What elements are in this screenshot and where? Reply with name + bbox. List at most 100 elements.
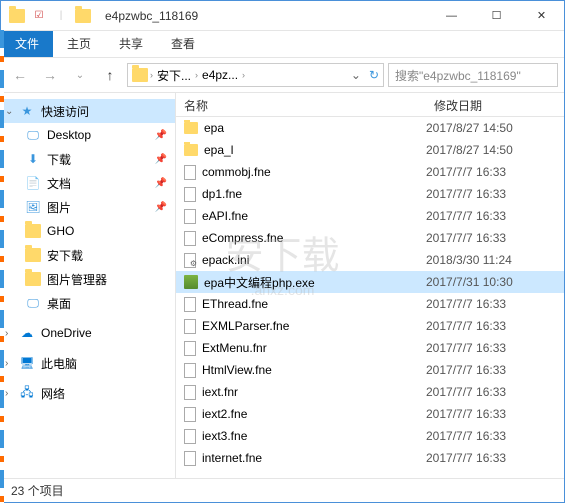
back-button[interactable]: ← — [7, 62, 33, 88]
file-date: 2017/7/7 16:33 — [426, 407, 564, 421]
file-date: 2017/8/27 14:50 — [426, 143, 564, 157]
sidebar-item[interactable]: 🖵Desktop📌 — [1, 123, 175, 147]
qat-separator: | — [53, 8, 69, 24]
breadcrumb-item[interactable]: e4pz... — [200, 68, 240, 82]
file-icon — [184, 341, 196, 356]
tab-home[interactable]: 主页 — [53, 31, 105, 57]
sidebar-item-label: 桌面 — [47, 295, 71, 312]
explorer-window: ☑ | e4pzwbc_118169 — ☐ ✕ 文件 主页 共享 查看 ← →… — [0, 0, 565, 503]
pin-icon: 📌 — [155, 130, 167, 141]
minimize-button[interactable]: — — [429, 1, 474, 30]
sidebar-item[interactable]: GHO — [1, 219, 175, 243]
sidebar-onedrive[interactable]: › ☁ OneDrive — [1, 321, 175, 345]
sidebar-quick-access[interactable]: ⌄ ★ 快速访问 — [1, 99, 175, 123]
sidebar-item-label: GHO — [47, 224, 74, 238]
file-row[interactable]: eAPI.fne2017/7/7 16:33 — [176, 205, 564, 227]
breadcrumb-item[interactable]: 安下... — [155, 67, 193, 84]
file-row[interactable]: internet.fne2017/7/7 16:33 — [176, 447, 564, 469]
file-row[interactable]: epa2017/8/27 14:50 — [176, 117, 564, 139]
chevron-right-icon[interactable]: › — [5, 388, 8, 399]
file-date: 2017/7/7 16:33 — [426, 187, 564, 201]
tab-share[interactable]: 共享 — [105, 31, 157, 57]
file-name: HtmlView.fne — [202, 363, 272, 377]
file-name: internet.fne — [202, 451, 262, 465]
file-row[interactable]: epa中文编程php.exe 2017/7/31 10:30 — [176, 271, 564, 293]
file-icon — [184, 231, 196, 246]
file-name: eCompress.fne — [202, 231, 283, 245]
column-date[interactable]: 修改日期 — [426, 93, 564, 116]
chevron-right-icon[interactable]: › — [150, 70, 153, 80]
file-row[interactable]: epa_l 2017/8/27 14:50 — [176, 139, 564, 161]
sidebar-item-label: Desktop — [47, 128, 91, 142]
statusbar: 23 个项目 — [1, 478, 564, 502]
search-input[interactable]: 搜索"e4pzwbc_118169" — [388, 63, 558, 87]
sidebar-item[interactable]: 📄文档📌 — [1, 171, 175, 195]
file-row[interactable]: commobj.fne2017/7/7 16:33 — [176, 161, 564, 183]
folder-icon — [132, 67, 148, 83]
file-icon — [184, 451, 196, 466]
item-count: 23 个项目 — [11, 482, 64, 499]
file-row[interactable]: dp1.fne2017/7/7 16:33 — [176, 183, 564, 205]
file-date: 2017/7/7 16:33 — [426, 231, 564, 245]
sidebar-item[interactable]: 图片管理器 — [1, 267, 175, 291]
file-row[interactable]: epack.ini2018/3/30 11:24 — [176, 249, 564, 271]
sidebar-this-pc[interactable]: › 🖥 此电脑 — [1, 351, 175, 375]
file-name: ExtMenu.fnr — [202, 341, 267, 355]
sidebar-network[interactable]: › 🖧 网络 — [1, 381, 175, 405]
file-name: epa_l — [204, 143, 233, 157]
pin-icon: 📌 — [155, 202, 167, 213]
recent-dropdown[interactable]: ⌄ — [67, 62, 93, 88]
file-date: 2017/7/7 16:33 — [426, 385, 564, 399]
sidebar-item[interactable]: 安下载 — [1, 243, 175, 267]
window-title: e4pzwbc_118169 — [105, 9, 198, 23]
chevron-down-icon[interactable]: ⌄ — [5, 106, 13, 117]
maximize-button[interactable]: ☐ — [474, 1, 519, 30]
sidebar-icon: 🖼 — [25, 199, 41, 215]
tab-file[interactable]: 文件 — [1, 31, 53, 57]
file-date: 2017/7/7 16:33 — [426, 209, 564, 223]
sidebar-item[interactable]: ⬇下载📌 — [1, 147, 175, 171]
forward-button[interactable]: → — [37, 62, 63, 88]
file-date: 2017/7/7 16:33 — [426, 165, 564, 179]
file-row[interactable]: ExtMenu.fnr 2017/7/7 16:33 — [176, 337, 564, 359]
file-row[interactable]: iext2.fne2017/7/7 16:33 — [176, 403, 564, 425]
file-name: epa中文编程php.exe — [204, 274, 315, 291]
close-button[interactable]: ✕ — [519, 1, 564, 30]
file-row[interactable]: EThread.fne2017/7/7 16:33 — [176, 293, 564, 315]
file-row[interactable]: iext3.fne2017/7/7 16:33 — [176, 425, 564, 447]
folder-icon — [184, 122, 198, 134]
file-row[interactable]: eCompress.fne 2017/7/7 16:33 — [176, 227, 564, 249]
file-date: 2017/7/7 16:33 — [426, 341, 564, 355]
file-icon — [184, 385, 196, 400]
file-icon — [184, 165, 196, 180]
chevron-right-icon[interactable]: › — [5, 358, 8, 369]
checkbox-icon[interactable]: ☑ — [31, 8, 47, 24]
quick-access-toolbar: ☑ | — [1, 8, 99, 24]
refresh-icon[interactable]: ↻ — [369, 68, 379, 82]
folder-icon — [25, 271, 41, 287]
decorative-stripe — [0, 30, 4, 503]
network-icon: 🖧 — [19, 385, 35, 401]
navigation-pane: ⌄ ★ 快速访问 🖵Desktop📌⬇下载📌📄文档📌🖼图片📌GHO安下载图片管理… — [1, 93, 176, 478]
address-bar[interactable]: › 安下... › e4pz... › ⌄ ↻ — [127, 63, 384, 87]
file-row[interactable]: HtmlView.fne2017/7/7 16:33 — [176, 359, 564, 381]
dropdown-icon[interactable]: ⌄ — [351, 68, 361, 82]
chevron-right-icon[interactable]: › — [195, 70, 198, 80]
sidebar-item[interactable]: 🖵桌面 — [1, 291, 175, 315]
file-name: iext3.fne — [202, 429, 247, 443]
titlebar: ☑ | e4pzwbc_118169 — ☐ ✕ — [1, 1, 564, 31]
file-list[interactable]: epa2017/8/27 14:50 epa_l 2017/8/27 14:50 co… — [176, 117, 564, 478]
chevron-right-icon[interactable]: › — [5, 328, 8, 339]
file-date: 2017/7/31 10:30 — [426, 275, 564, 289]
column-name[interactable]: 名称 — [176, 93, 426, 116]
file-row[interactable]: iext.fnr2017/7/7 16:33 — [176, 381, 564, 403]
folder-icon — [9, 8, 25, 24]
pc-icon: 🖥 — [19, 355, 35, 371]
file-name: epa — [204, 121, 224, 135]
file-row[interactable]: EXMLParser.fne2017/7/7 16:33 — [176, 315, 564, 337]
chevron-right-icon[interactable]: › — [242, 70, 245, 80]
sidebar-item[interactable]: 🖼图片📌 — [1, 195, 175, 219]
tab-view[interactable]: 查看 — [157, 31, 209, 57]
folder-icon — [184, 144, 198, 156]
up-button[interactable]: ↑ — [97, 62, 123, 88]
